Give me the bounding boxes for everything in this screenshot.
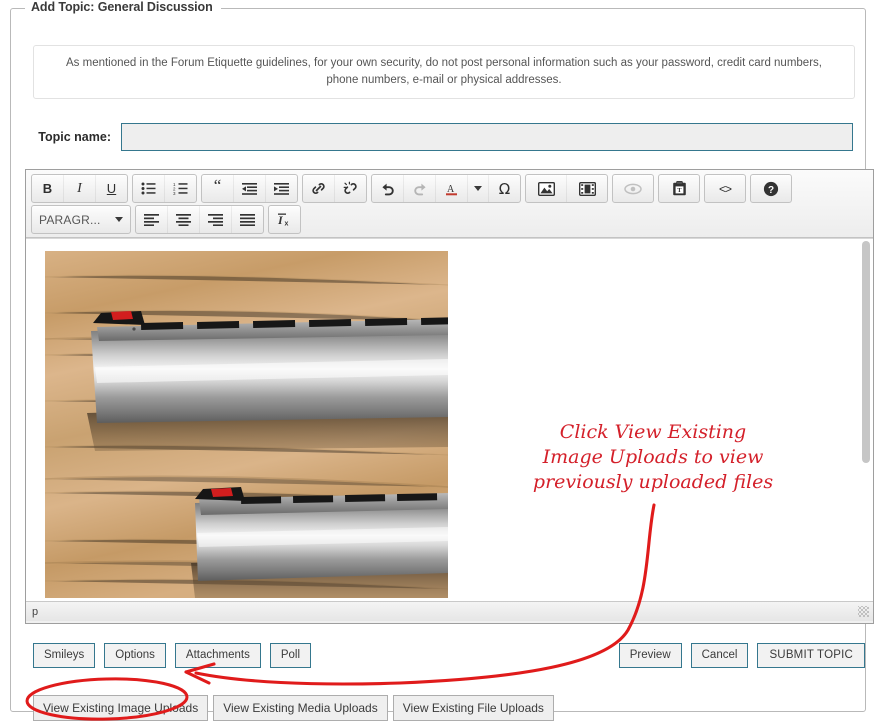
undo-icon[interactable]	[372, 175, 403, 202]
toolbar-row-1: B I U 123 “ A Ω T <> ?	[29, 173, 870, 204]
form-actions-left: Smileys Options Attachments Poll	[33, 643, 312, 668]
barrels-photo	[45, 251, 448, 598]
cancel-button[interactable]: Cancel	[690, 643, 749, 668]
editor-content-area[interactable]	[26, 239, 873, 601]
outdent-icon[interactable]	[233, 175, 265, 202]
align-justify-icon[interactable]	[231, 206, 263, 233]
view-existing-file-uploads-button[interactable]: View Existing File Uploads	[392, 695, 554, 721]
form-action-row: Smileys Options Attachments Poll Preview…	[33, 643, 865, 668]
toolbar-group-history: A Ω	[371, 174, 521, 203]
svg-text:T: T	[677, 187, 682, 194]
editor-statusbar: p	[26, 601, 873, 621]
italic-icon[interactable]: I	[63, 175, 95, 202]
notice-text: As mentioned in the Forum Etiquette guid…	[66, 57, 822, 86]
underline-icon[interactable]: U	[95, 175, 127, 202]
remove-format-icon[interactable]: Ix	[269, 206, 300, 233]
toolbar-group-quote-indent: “	[201, 174, 298, 203]
attachments-button[interactable]: Attachments	[174, 643, 261, 668]
source-code-icon[interactable]: <>	[705, 175, 745, 202]
editor-scrollbar[interactable]	[858, 239, 873, 601]
topic-name-row: Topic name:	[33, 121, 853, 153]
rich-text-editor: B I U 123 “ A Ω T <> ? PARAGR... I x p	[25, 169, 874, 624]
topic-name-input[interactable]	[121, 123, 853, 151]
text-color-dropdown-icon[interactable]	[467, 175, 488, 202]
inserted-image[interactable]	[45, 251, 448, 598]
poll-button[interactable]: Poll	[269, 643, 312, 668]
format-select[interactable]: PARAGR...	[32, 206, 130, 233]
bold-icon[interactable]: B	[32, 175, 63, 202]
blockquote-icon[interactable]: “	[202, 175, 233, 202]
insert-media-icon[interactable]	[566, 175, 607, 202]
svg-text:3: 3	[173, 191, 176, 195]
forum-etiquette-notice: As mentioned in the Forum Etiquette guid…	[33, 45, 855, 99]
help-icon[interactable]: ?	[751, 175, 791, 202]
element-path: p	[32, 605, 39, 618]
numbered-list-icon[interactable]: 123	[164, 175, 196, 202]
format-select-label: PARAGR...	[39, 212, 101, 227]
toolbar-group-links	[302, 174, 367, 203]
toolbar-group-remove-format: Ix	[268, 205, 301, 234]
redo-icon[interactable]	[403, 175, 435, 202]
toolbar-group-lists: 123	[132, 174, 197, 203]
fieldset-legend: Add Topic: General Discussion	[25, 0, 221, 14]
options-button[interactable]: Options	[104, 643, 166, 668]
toolbar-group-preview	[612, 174, 654, 203]
svg-text:?: ?	[768, 185, 774, 196]
preview-eye-icon[interactable]	[613, 175, 653, 202]
editor-content-wrapper	[26, 238, 873, 601]
upload-buttons-row: View Existing Image Uploads View Existin…	[33, 695, 554, 721]
toolbar-group-paste: T	[658, 174, 700, 203]
align-right-icon[interactable]	[199, 206, 231, 233]
svg-text:x: x	[284, 221, 288, 228]
form-actions-right: Preview Cancel SUBMIT TOPIC	[618, 643, 865, 668]
toolbar-group-help: ?	[750, 174, 792, 203]
toolbar-group-source: <>	[704, 174, 746, 203]
view-existing-image-uploads-button[interactable]: View Existing Image Uploads	[33, 695, 209, 721]
text-color-icon[interactable]: A	[435, 175, 467, 202]
indent-icon[interactable]	[265, 175, 297, 202]
preview-button[interactable]: Preview	[618, 643, 682, 668]
toolbar-group-formatting: B I U	[31, 174, 128, 203]
toolbar-group-media	[525, 174, 608, 203]
bullet-list-icon[interactable]	[133, 175, 164, 202]
unlink-icon[interactable]	[334, 175, 366, 202]
smileys-button[interactable]: Smileys	[33, 643, 96, 668]
toolbar-row-2: PARAGR... I x	[29, 204, 870, 235]
toolbar-group-format-select[interactable]: PARAGR...	[31, 205, 131, 234]
add-topic-fieldset: Add Topic: General Discussion As mention…	[10, 0, 874, 721]
insert-image-icon[interactable]	[526, 175, 566, 202]
align-left-icon[interactable]	[136, 206, 167, 233]
align-center-icon[interactable]	[167, 206, 199, 233]
submit-topic-button[interactable]: SUBMIT TOPIC	[757, 643, 865, 668]
svg-text:I: I	[277, 213, 284, 227]
insert-link-icon[interactable]	[303, 175, 334, 202]
resize-grip-icon[interactable]	[858, 606, 869, 617]
chevron-down-icon	[115, 217, 123, 222]
special-character-icon[interactable]: Ω	[488, 175, 520, 202]
editor-scrollbar-thumb[interactable]	[862, 241, 870, 463]
topic-name-label: Topic name:	[38, 130, 111, 144]
paste-as-text-icon[interactable]: T	[659, 175, 699, 202]
view-existing-media-uploads-button[interactable]: View Existing Media Uploads	[213, 695, 388, 721]
toolbar-group-alignment	[135, 205, 264, 234]
editor-toolbar: B I U 123 “ A Ω T <> ? PARAGR... I x	[26, 170, 873, 238]
